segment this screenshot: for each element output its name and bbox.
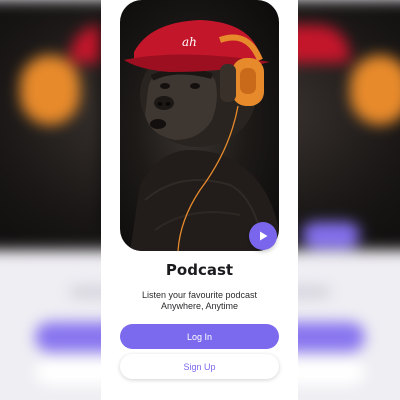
login-button[interactable]: Log In	[120, 324, 279, 349]
subtitle-line-2: Anywhere, Anytime	[160, 301, 239, 311]
svg-text:ah: ah	[182, 35, 197, 49]
gorilla-illustration: ah	[124, 20, 279, 251]
hero-image: ah	[120, 0, 279, 251]
page-title: Podcast	[165, 261, 234, 279]
play-icon	[260, 231, 268, 241]
subtitle-line-1: Listen your favourite podcast	[141, 290, 258, 300]
subtitle: Listen your favourite podcast Anywhere, …	[101, 290, 298, 312]
signup-button[interactable]: Sign Up	[120, 354, 279, 379]
play-button[interactable]	[249, 222, 277, 250]
onboarding-screen: ah Podcast Listen your favourite podcast…	[101, 0, 298, 400]
